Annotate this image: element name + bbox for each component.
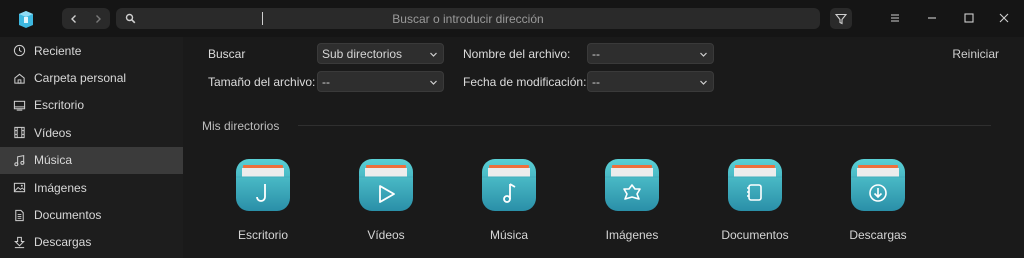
directory-desktop[interactable]: Escritorio [208,157,318,242]
file-name-select[interactable]: -- [587,43,714,64]
home-icon [12,71,26,85]
section-title: Mis directorios [202,119,280,133]
maximize-icon [964,13,974,23]
main-panel: Buscar Sub directorios Nombre del archiv… [183,37,1024,258]
minimize-icon [928,17,936,19]
directory-images[interactable]: Imágenes [577,157,687,242]
sidebar-item-music[interactable]: Música [0,146,183,174]
sidebar-item-desktop[interactable]: Escritorio [0,92,183,119]
sidebar: Reciente Carpeta personal Escritorio Víd… [0,37,183,258]
sidebar-item-label: Documentos [34,208,102,223]
titlebar: Buscar o introducir dirección [0,0,1024,37]
directory-music[interactable]: Música [454,157,564,242]
sidebar-item-label: Descargas [34,235,92,250]
back-icon [71,14,76,23]
videos-folder-icon [357,157,415,213]
file-name-value: -- [592,47,600,61]
image-icon [12,181,26,195]
navigation-buttons [62,8,110,29]
film-icon [12,126,26,140]
sidebar-item-label: Música [34,153,73,168]
close-button[interactable] [996,10,1012,26]
address-bar[interactable]: Buscar o introducir dirección [116,8,820,29]
chevron-down-icon [700,52,707,57]
music-icon [12,153,26,167]
documents-folder-icon [726,157,784,213]
sidebar-item-label: Imágenes [34,180,87,195]
file-size-select[interactable]: -- [317,71,444,92]
back-button[interactable] [62,8,86,29]
images-folder-icon [603,157,661,213]
sidebar-item-label: Reciente [34,43,82,58]
file-size-label: Tamaño del archivo: [208,75,316,89]
search-scope-value: Sub directorios [322,47,403,61]
chevron-down-icon [430,80,437,85]
forward-icon [96,14,101,23]
desktop-icon [12,98,26,112]
sidebar-item-home[interactable]: Carpeta personal [0,64,183,91]
search-scope-label: Buscar [208,47,246,61]
directory-label: Escritorio [237,228,288,242]
filter-icon [835,13,847,24]
sidebar-item-documents[interactable]: Documentos [0,201,183,228]
chevron-down-icon [430,52,437,57]
modified-date-value: -- [592,75,600,89]
download-icon [12,235,26,249]
sidebar-item-label: Vídeos [34,125,72,140]
filter-button[interactable] [830,8,852,29]
directory-label: Música [489,228,528,242]
directory-videos[interactable]: Vídeos [331,157,441,242]
file-size-value: -- [322,75,330,89]
sidebar-item-videos[interactable]: Vídeos [0,119,183,146]
modified-date-select[interactable]: -- [587,71,714,92]
sidebar-item-label: Escritorio [34,98,85,113]
directory-label: Documentos [721,228,789,242]
document-icon [12,208,26,222]
downloads-folder-icon [849,157,907,213]
app-logo[interactable] [16,9,36,29]
sidebar-item-recent[interactable]: Reciente [0,37,183,64]
modified-date-label: Fecha de modificación: [463,75,587,89]
clock-icon [12,44,26,58]
search-scope-select[interactable]: Sub directorios [317,43,444,64]
file-name-label: Nombre del archivo: [463,47,571,61]
directory-label: Vídeos [367,228,405,242]
music-folder-icon [480,157,538,213]
sidebar-item-label: Carpeta personal [34,71,127,86]
address-placeholder: Buscar o introducir dirección [392,12,544,26]
reset-button[interactable]: Reiniciar [952,47,999,61]
section-divider [298,125,991,126]
forward-button[interactable] [86,8,110,29]
sidebar-item-images[interactable]: Imágenes [0,174,183,201]
desktop-folder-icon [234,157,292,213]
minimize-button[interactable] [924,10,940,26]
menu-button[interactable] [887,10,903,26]
sidebar-item-downloads[interactable]: Descargas [0,229,183,256]
close-icon [999,13,1009,23]
maximize-button[interactable] [961,10,977,26]
directory-label: Descargas [849,228,907,242]
menu-icon [891,14,899,22]
directory-downloads[interactable]: Descargas [823,157,933,242]
directory-label: Imágenes [605,228,659,242]
directory-documents[interactable]: Documentos [700,157,810,242]
chevron-down-icon [700,80,707,85]
